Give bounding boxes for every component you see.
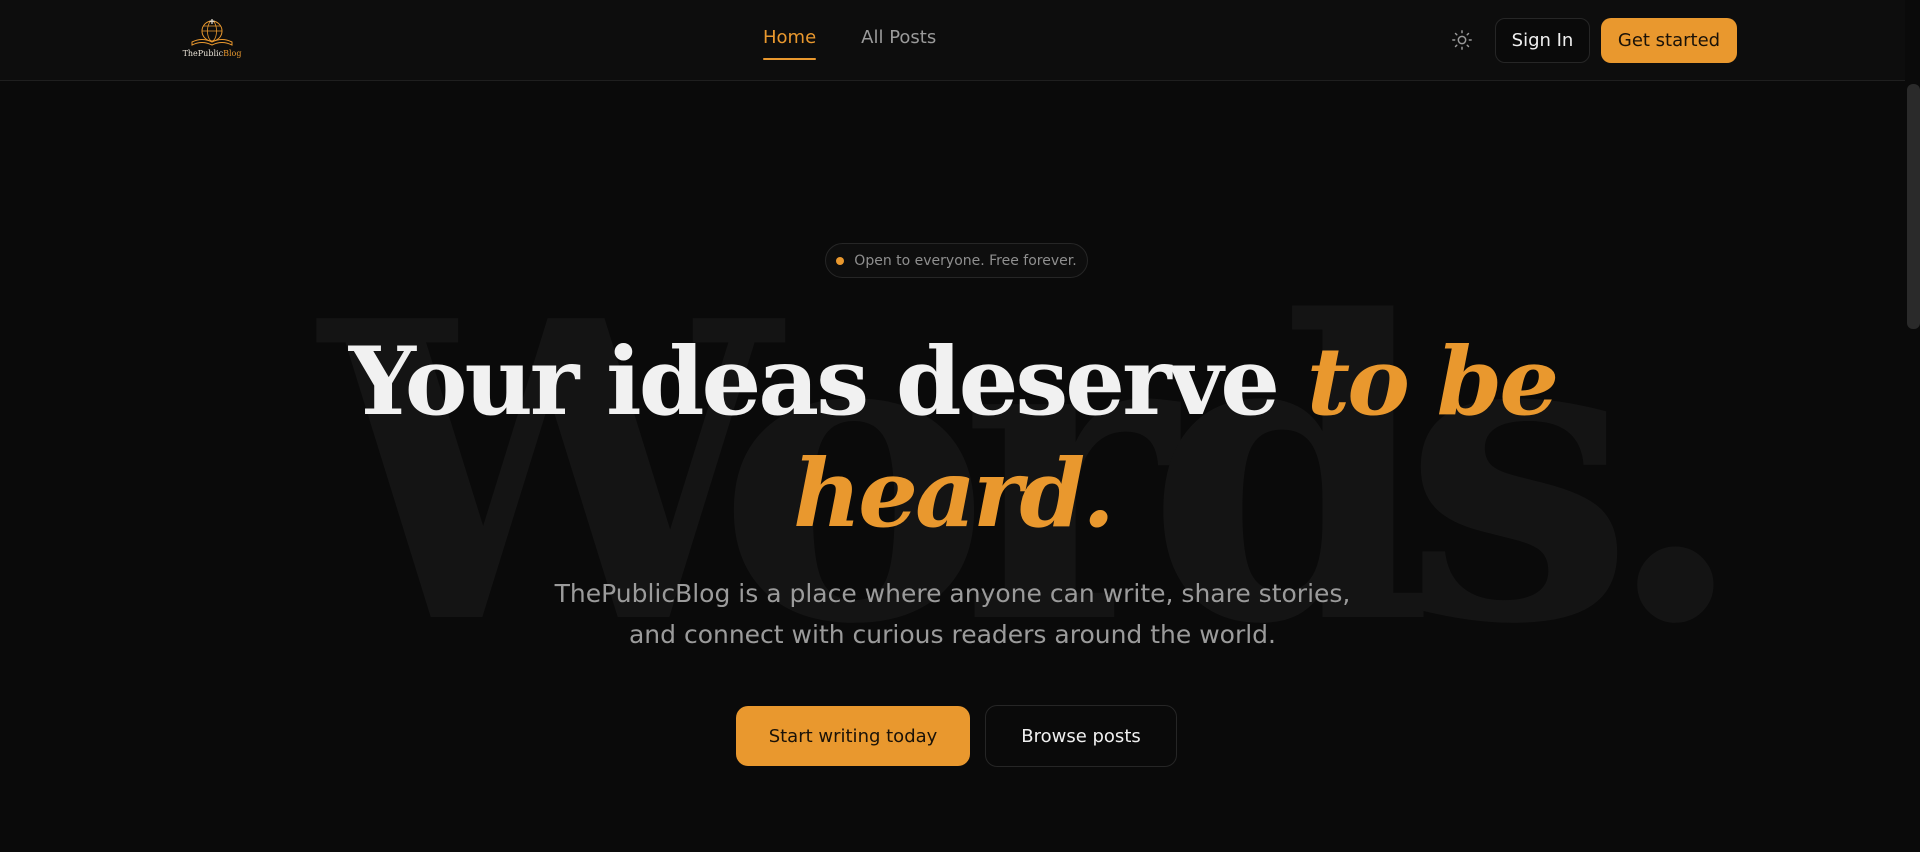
browse-posts-button[interactable]: Browse posts (985, 705, 1177, 767)
get-started-button[interactable]: Get started (1601, 18, 1737, 63)
hero-headline: Your ideas deserve to be heard. (0, 326, 1905, 550)
theme-toggle-button[interactable] (1449, 27, 1475, 53)
start-writing-button[interactable]: Start writing today (736, 706, 970, 766)
nav-link-home[interactable]: Home (763, 27, 817, 60)
top-navbar: ThePublicBlog Home All Posts Sign In Get… (0, 0, 1905, 81)
hero-badge: Open to everyone. Free forever. (825, 243, 1088, 278)
sun-icon (1452, 30, 1472, 50)
hero-subtitle-line1: ThePublicBlog is a place where anyone ca… (554, 579, 1351, 608)
sign-in-button[interactable]: Sign In (1495, 18, 1590, 63)
headline-accent-2: heard. (792, 439, 1115, 549)
logo-wordmark: ThePublicBlog (182, 49, 242, 58)
status-dot-icon (836, 256, 845, 265)
hero-badge-text: Open to everyone. Free forever. (854, 252, 1077, 269)
site-logo[interactable]: ThePublicBlog (180, 18, 244, 64)
hero-subtitle: ThePublicBlog is a place where anyone ca… (0, 573, 1905, 655)
globe-book-logo-icon (191, 19, 233, 46)
nav-link-all-posts[interactable]: All Posts (861, 27, 936, 60)
hero-subtitle-line2: and connect with curious readers around … (628, 620, 1277, 649)
headline-accent-1: to be (1306, 327, 1559, 437)
page-scrollbar[interactable] (1907, 84, 1920, 329)
main-nav: Home All Posts (763, 27, 936, 60)
headline-plain: Your ideas deserve (348, 327, 1307, 437)
